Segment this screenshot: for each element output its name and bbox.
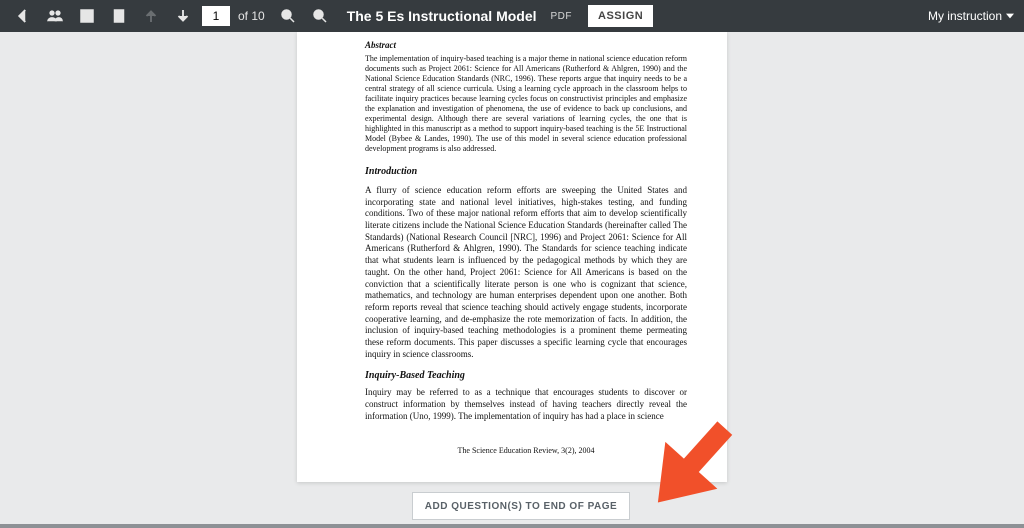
document-title: The 5 Es Instructional Model bbox=[347, 8, 537, 24]
inquiry-heading: Inquiry-Based Teaching bbox=[365, 370, 687, 381]
introduction-body: A flurry of science education reform eff… bbox=[365, 185, 687, 360]
people-icon[interactable] bbox=[42, 3, 68, 29]
toolbar: of 10 The 5 Es Instructional Model PDF A… bbox=[0, 0, 1024, 32]
horizontal-scrollbar[interactable] bbox=[0, 524, 1024, 528]
abstract-heading: Abstract bbox=[365, 40, 687, 50]
abstract-body: The implementation of inquiry-based teac… bbox=[365, 54, 687, 154]
page-number-input[interactable] bbox=[202, 6, 230, 26]
pdf-page: Abstract The implementation of inquiry-b… bbox=[297, 32, 727, 482]
chevron-down-icon bbox=[1006, 12, 1014, 20]
my-instruction-label: My instruction bbox=[928, 9, 1002, 23]
add-question-button[interactable]: ADD QUESTION(S) TO END OF PAGE bbox=[412, 492, 630, 520]
edit-icon[interactable] bbox=[74, 3, 100, 29]
my-instruction-dropdown[interactable]: My instruction bbox=[928, 9, 1014, 23]
footer-citation: The Science Education Review, 3(2), 2004 bbox=[365, 446, 687, 455]
assign-button[interactable]: ASSIGN bbox=[588, 5, 653, 27]
introduction-heading: Introduction bbox=[365, 166, 687, 177]
page-total-label: of 10 bbox=[238, 9, 265, 23]
document-viewport: Abstract The implementation of inquiry-b… bbox=[0, 32, 1024, 528]
pdf-badge: PDF bbox=[551, 11, 573, 22]
clipboard-icon[interactable] bbox=[106, 3, 132, 29]
zoom-out-button[interactable] bbox=[275, 3, 301, 29]
inquiry-body: Inquiry may be referred to as a techniqu… bbox=[365, 387, 687, 422]
zoom-in-button[interactable] bbox=[307, 3, 333, 29]
back-button[interactable] bbox=[10, 3, 36, 29]
page-up-button[interactable] bbox=[138, 3, 164, 29]
page-down-button[interactable] bbox=[170, 3, 196, 29]
